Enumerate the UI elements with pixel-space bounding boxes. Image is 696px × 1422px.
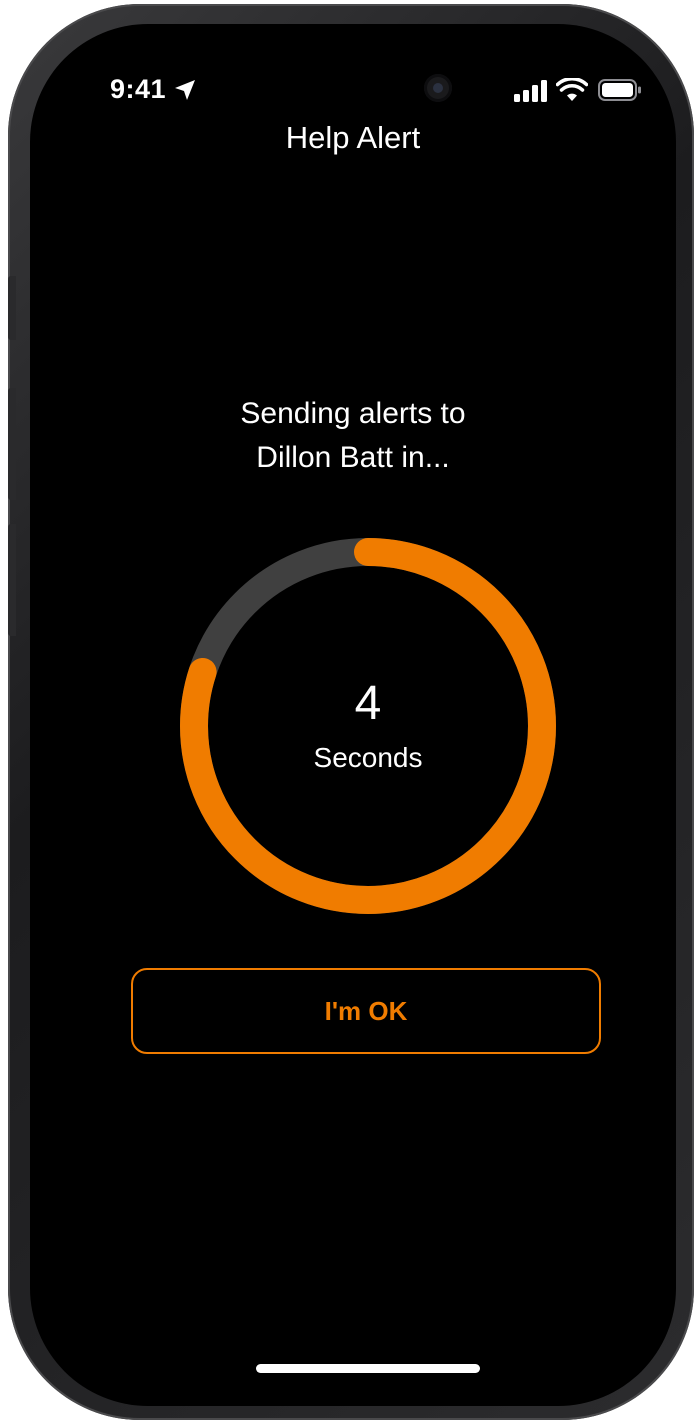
volume-down-button	[8, 524, 16, 636]
nav-title: Help Alert	[285, 120, 421, 155]
cellular-signal-icon	[514, 80, 547, 102]
action-button	[8, 276, 16, 340]
screen: 9:41 Help Alert Sending alerts to Dillon…	[30, 24, 676, 1406]
countdown-unit: Seconds	[313, 742, 423, 773]
phone-frame: 9:41 Help Alert Sending alerts to Dillon…	[8, 4, 694, 1420]
wifi-icon	[556, 78, 588, 101]
im-ok-button[interactable]: I'm OK	[131, 968, 601, 1054]
countdown-value: 4	[354, 677, 382, 730]
volume-up-button	[8, 388, 16, 500]
alert-message-line-1: Sending alerts to	[240, 397, 466, 430]
battery-icon	[598, 79, 641, 101]
alert-message: Sending alerts to Dillon Batt in...	[30, 392, 676, 480]
location-arrow-icon	[175, 80, 195, 100]
countdown-ring: 4 Seconds	[178, 536, 558, 916]
front-camera	[424, 74, 452, 102]
status-time: 9:41	[110, 74, 167, 104]
alert-message-line-2: Dillon Batt in...	[256, 441, 450, 474]
home-indicator[interactable]	[256, 1364, 480, 1373]
status-bar: 9:41	[30, 24, 676, 134]
